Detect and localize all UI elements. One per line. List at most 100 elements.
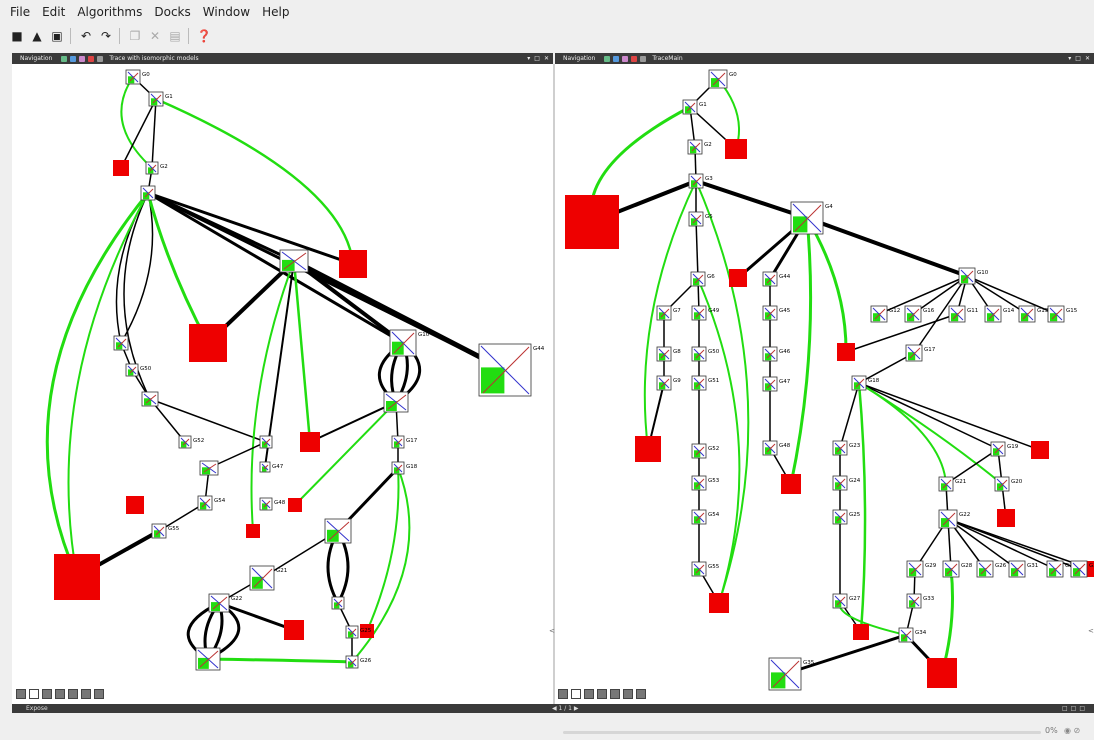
- dropdown-icon[interactable]: ▾: [1068, 55, 1071, 62]
- right-state-node[interactable]: G52: [691, 443, 719, 459]
- left-state-node[interactable]: G0: [125, 69, 150, 85]
- left-end-state[interactable]: [54, 554, 100, 600]
- save-icon[interactable]: ▣: [48, 27, 66, 45]
- left-graph-canvas[interactable]: G0 G1 G2 G50 G52 G47 G54 G55 G48 G10 G17 G18 G44 G21 G…: [12, 64, 553, 704]
- left-state-node[interactable]: [331, 596, 345, 610]
- menu-docks[interactable]: Docks: [148, 5, 196, 19]
- tool-icon[interactable]: [631, 55, 638, 62]
- paste-icon[interactable]: ▤: [166, 27, 184, 45]
- right-state-node[interactable]: G16: [904, 305, 935, 323]
- right-end-state[interactable]: [729, 269, 747, 287]
- right-state-node[interactable]: G15: [1047, 305, 1078, 323]
- right-end-state[interactable]: [565, 195, 619, 249]
- home-icon[interactable]: [558, 689, 568, 699]
- layout-icon[interactable]: [597, 689, 607, 699]
- float-icon[interactable]: □: [534, 55, 540, 62]
- right-state-node[interactable]: G10: [958, 267, 989, 285]
- right-state-node[interactable]: G5: [688, 211, 713, 227]
- right-state-node[interactable]: G26: [976, 560, 1007, 578]
- left-state-node[interactable]: G21: [249, 565, 287, 591]
- left-state-node[interactable]: G47: [259, 461, 284, 473]
- right-state-node[interactable]: G18: [851, 375, 880, 391]
- left-state-node[interactable]: [195, 647, 221, 671]
- dropdown-icon[interactable]: ▾: [527, 55, 530, 62]
- left-state-node[interactable]: G2: [145, 161, 168, 175]
- right-state-node[interactable]: G6: [690, 271, 715, 287]
- right-state-node[interactable]: G29: [906, 560, 937, 578]
- menu-file[interactable]: File: [0, 5, 36, 19]
- right-state-node[interactable]: G53: [691, 475, 720, 491]
- left-state-node[interactable]: [199, 460, 219, 476]
- status-icons[interactable]: ◉ ⊘: [1064, 726, 1080, 735]
- right-state-node[interactable]: G51: [691, 375, 719, 391]
- right-state-node[interactable]: G2: [687, 139, 712, 155]
- right-end-state[interactable]: [725, 139, 747, 159]
- right-state-node[interactable]: G50: [691, 346, 720, 362]
- undo-icon[interactable]: ↶: [77, 27, 95, 45]
- left-state-node[interactable]: G17: [391, 435, 418, 449]
- left-state-node[interactable]: [383, 391, 409, 413]
- tool-icon[interactable]: [88, 55, 95, 62]
- right-graph[interactable]: G0 G1 G2 G3 G5 G4 G6 G7 G49 G8 G50 G9 G51 G52 G53 G54 G5…: [555, 64, 1094, 704]
- right-end-state[interactable]: [997, 509, 1015, 527]
- close-icon[interactable]: ✕: [544, 55, 549, 62]
- right-end-state[interactable]: [1031, 441, 1049, 459]
- tool-icon[interactable]: [61, 55, 68, 62]
- right-state-node[interactable]: G25: [832, 509, 861, 525]
- right-state-node[interactable]: G17: [905, 344, 936, 362]
- left-state-node[interactable]: G55: [151, 523, 180, 539]
- right-state-node[interactable]: G11: [948, 305, 978, 323]
- navigation-button[interactable]: Navigation: [555, 55, 601, 62]
- layout-icon[interactable]: [81, 689, 91, 699]
- tool-icon[interactable]: [70, 55, 77, 62]
- open-folder-icon[interactable]: ▲: [28, 27, 46, 45]
- right-state-node[interactable]: G19: [990, 441, 1019, 457]
- right-state-node[interactable]: G7: [656, 305, 681, 321]
- left-state-node[interactable]: [141, 391, 159, 407]
- tool-icon[interactable]: [79, 55, 86, 62]
- left-end-state[interactable]: [246, 524, 260, 538]
- right-state-node[interactable]: G23: [832, 440, 861, 456]
- select-icon[interactable]: [571, 689, 581, 699]
- right-graph-canvas[interactable]: G0 G1 G2 G3 G5 G4 G6 G7 G49 G8 G50 G9 G51 G52 G53 G54 G5…: [555, 64, 1094, 704]
- left-state-node[interactable]: G10: [389, 329, 430, 357]
- left-end-state[interactable]: [300, 432, 320, 452]
- select-icon[interactable]: [29, 689, 39, 699]
- right-end-state[interactable]: [853, 624, 869, 640]
- right-state-node[interactable]: G14: [984, 305, 1015, 323]
- right-state-node[interactable]: G21: [938, 476, 966, 492]
- layout-icon[interactable]: [94, 689, 104, 699]
- right-state-node[interactable]: G45: [762, 305, 791, 321]
- help-icon[interactable]: ❓: [195, 27, 213, 45]
- right-state-node[interactable]: G12: [870, 305, 900, 323]
- layout-icon[interactable]: [636, 689, 646, 699]
- tool-icon[interactable]: [640, 55, 647, 62]
- collapse-right-icon[interactable]: <: [1088, 627, 1094, 635]
- right-state-node[interactable]: G49: [691, 305, 720, 321]
- close-icon[interactable]: ✕: [1085, 55, 1090, 62]
- right-state-node[interactable]: G46: [762, 346, 791, 362]
- right-state-node[interactable]: G9: [656, 375, 681, 391]
- left-state-node[interactable]: [279, 249, 309, 273]
- left-state-node[interactable]: G26: [345, 655, 372, 669]
- right-state-node[interactable]: G54: [691, 509, 720, 525]
- left-state-node[interactable]: G52: [178, 435, 204, 449]
- layout-icon[interactable]: [55, 689, 65, 699]
- tool-icon[interactable]: [604, 55, 611, 62]
- left-state-node[interactable]: [140, 185, 156, 201]
- right-end-state[interactable]: [927, 658, 957, 688]
- left-end-state[interactable]: [339, 250, 367, 278]
- right-state-node[interactable]: G35: [768, 657, 815, 691]
- right-state-node[interactable]: G27: [832, 593, 861, 609]
- right-state-node[interactable]: G24: [832, 475, 861, 491]
- copy-icon[interactable]: ❐: [126, 27, 144, 45]
- redo-icon[interactable]: ↷: [97, 27, 115, 45]
- right-state-node[interactable]: G13: [1018, 305, 1049, 323]
- layout-icon[interactable]: [42, 689, 52, 699]
- tool-icon[interactable]: [613, 55, 620, 62]
- layout-icon[interactable]: [68, 689, 78, 699]
- right-end-state[interactable]: [837, 343, 855, 361]
- right-state-node[interactable]: G4: [790, 201, 833, 235]
- right-state-node[interactable]: G20: [994, 476, 1023, 492]
- right-state-node[interactable]: G0: [708, 69, 737, 89]
